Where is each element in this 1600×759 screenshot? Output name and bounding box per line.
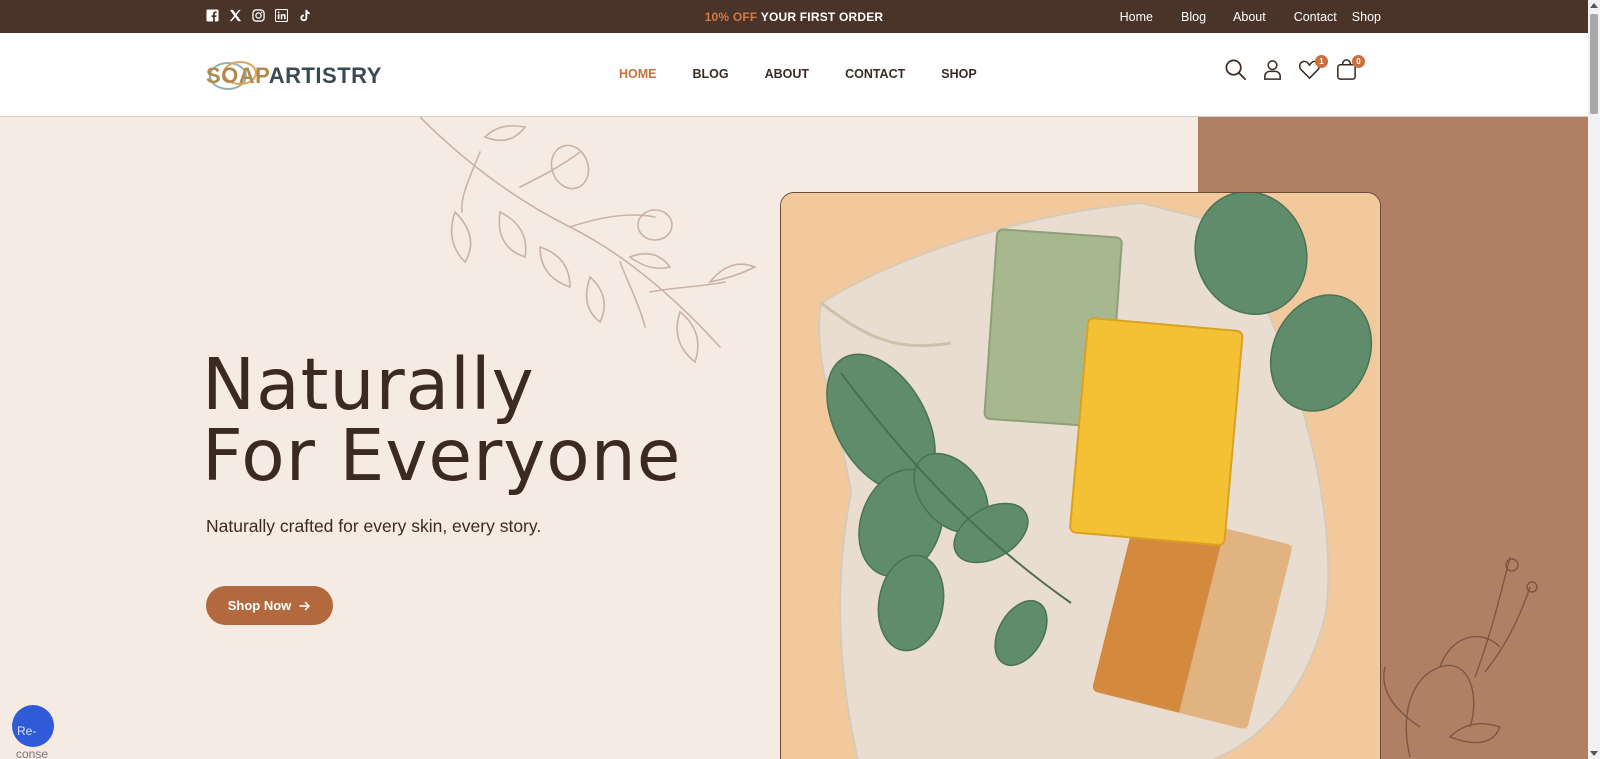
hero-product-image bbox=[780, 192, 1381, 759]
nav-shop[interactable]: SHOP bbox=[941, 67, 976, 81]
branch-illustration bbox=[420, 117, 757, 364]
nav-about[interactable]: ABOUT bbox=[765, 67, 809, 81]
nav-blog[interactable]: BLOG bbox=[693, 67, 729, 81]
top-link-about[interactable]: About bbox=[1233, 10, 1266, 24]
announcement-bar: 10% OFF YOUR FIRST ORDER Home Blog About… bbox=[0, 0, 1588, 33]
scroll-down-icon[interactable] bbox=[1590, 751, 1598, 756]
hero-title-line1: Naturally bbox=[202, 343, 535, 426]
widget-below-text: conse bbox=[16, 747, 49, 759]
shop-now-label: Shop Now bbox=[227, 598, 292, 613]
header-actions: 1 0 bbox=[1224, 55, 1365, 81]
main-nav: HOME BLOG ABOUT CONTACT SHOP bbox=[619, 67, 977, 81]
site-header: SOAPARTISTRY HOME BLOG ABOUT CONTACT SHO… bbox=[0, 33, 1588, 117]
bag-icon[interactable]: 0 bbox=[1335, 55, 1365, 81]
nav-contact[interactable]: CONTACT bbox=[845, 67, 905, 81]
hero-title: Naturally For Everyone bbox=[202, 349, 681, 491]
heart-icon[interactable]: 1 bbox=[1298, 55, 1328, 81]
search-icon[interactable] bbox=[1224, 58, 1247, 81]
soap-bars-illustration bbox=[781, 193, 1380, 759]
arrow-right-icon bbox=[299, 601, 311, 610]
nav-home[interactable]: HOME bbox=[619, 67, 657, 81]
cart-count-badge: 0 bbox=[1352, 55, 1365, 68]
scroll-up-icon[interactable] bbox=[1590, 3, 1598, 8]
shop-now-button[interactable]: Shop Now bbox=[206, 586, 333, 625]
logo-soap: SOAP bbox=[206, 63, 269, 88]
flower-illustration bbox=[1383, 557, 1538, 757]
top-link-contact[interactable]: Contact bbox=[1294, 10, 1337, 24]
top-link-blog[interactable]: Blog bbox=[1181, 10, 1206, 24]
top-links: Home Blog About Contact Shop bbox=[1120, 10, 1381, 24]
top-link-home[interactable]: Home bbox=[1120, 10, 1153, 24]
page-scrollbar[interactable] bbox=[1588, 0, 1600, 759]
site-logo[interactable]: SOAPARTISTRY bbox=[206, 55, 381, 95]
logo-artistry: ARTISTRY bbox=[268, 63, 382, 88]
wishlist-count-badge: 1 bbox=[1315, 55, 1328, 68]
widget-alt-text: Re- bbox=[17, 724, 37, 738]
hero-title-line2: For Everyone bbox=[202, 414, 682, 497]
promo-message: YOUR FIRST ORDER bbox=[757, 10, 884, 24]
hero-section: Naturally For Everyone Naturally crafted… bbox=[0, 117, 1588, 759]
scroll-thumb[interactable] bbox=[1590, 14, 1598, 114]
user-icon[interactable] bbox=[1261, 58, 1284, 81]
hero-subtitle: Naturally crafted for every skin, every … bbox=[206, 516, 542, 536]
promo-discount: 10% OFF bbox=[704, 10, 758, 24]
top-link-shop[interactable]: Shop bbox=[1352, 10, 1381, 24]
